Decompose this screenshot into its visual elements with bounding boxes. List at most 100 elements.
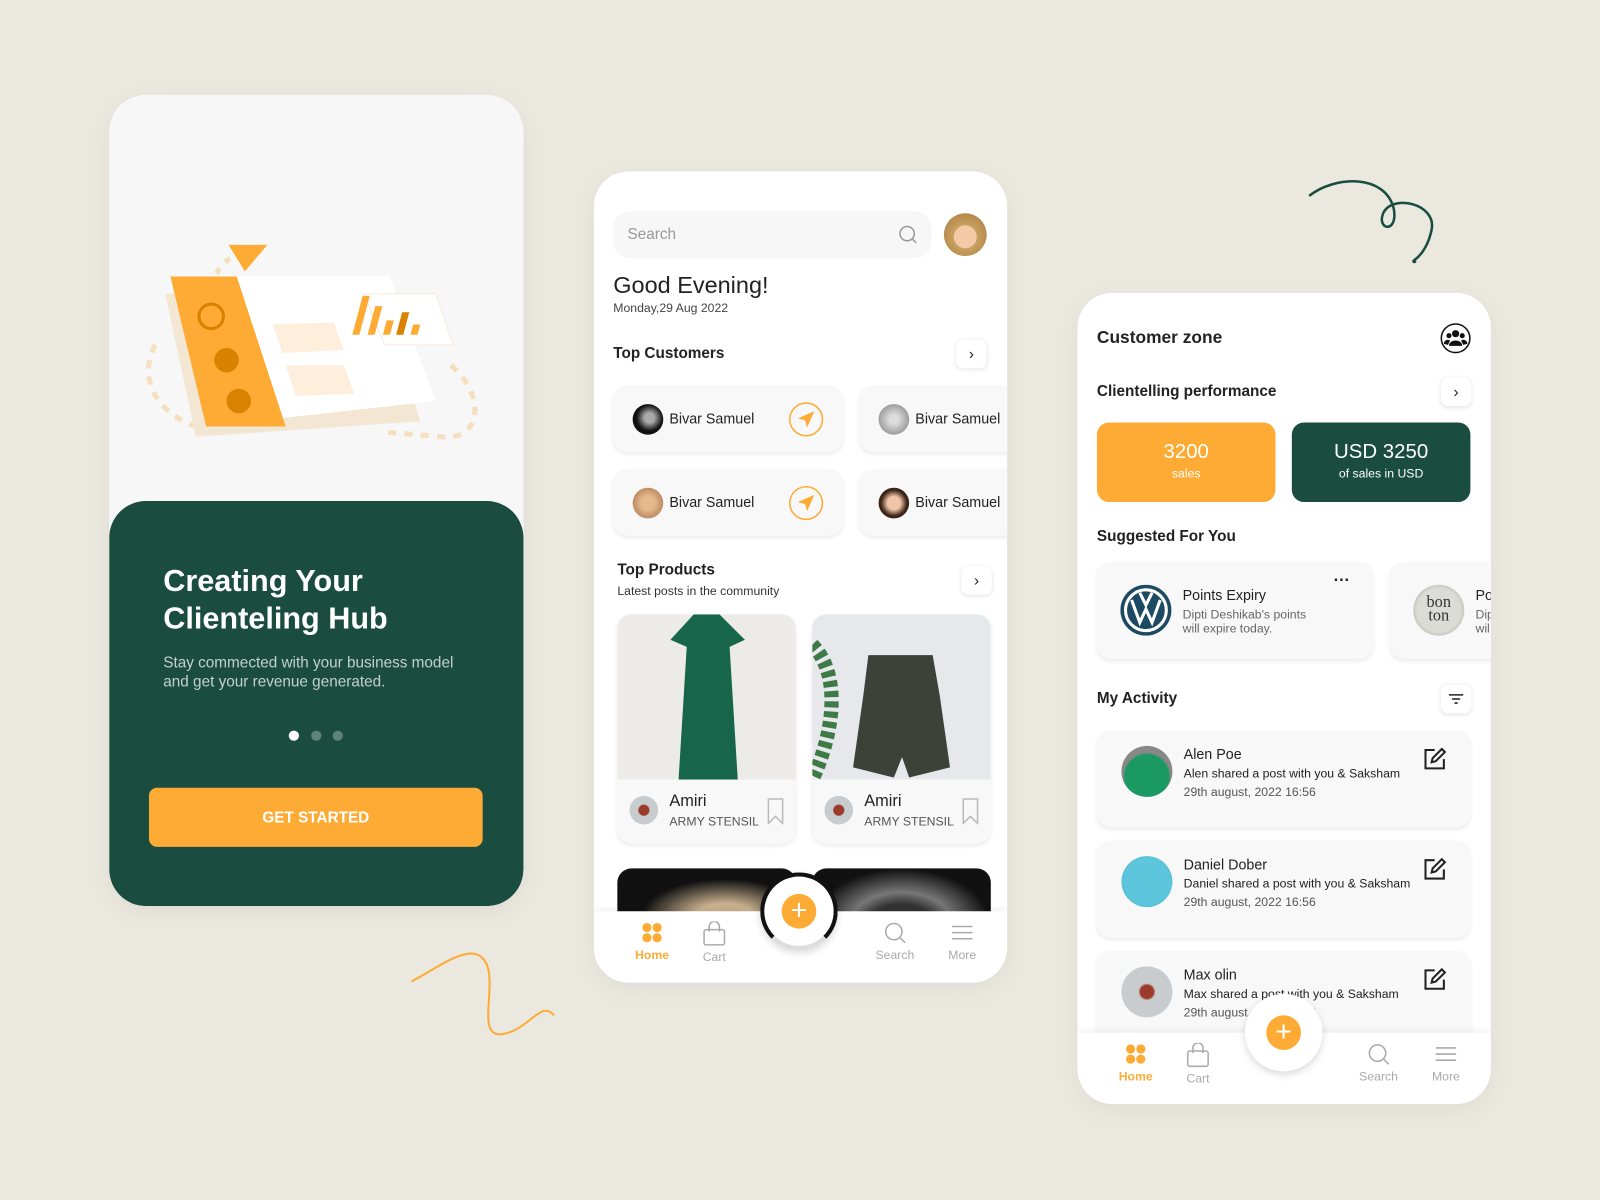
bookmark-icon[interactable] [767, 798, 784, 825]
plus-icon: + [1266, 1015, 1302, 1050]
activity-avatar [1121, 856, 1173, 908]
suggested-title: Suggested For You [1096, 527, 1236, 545]
nav-cart[interactable]: Cart [684, 921, 745, 964]
orange-squiggle-decoration [410, 952, 555, 1036]
nav-label: Search [1359, 1069, 1398, 1084]
activity-avatar [1121, 745, 1173, 797]
search-input[interactable]: Search [613, 211, 932, 259]
pager-dot-active[interactable] [288, 730, 299, 741]
stat-label: sales [1171, 466, 1201, 481]
nav-label: Home [1118, 1069, 1153, 1084]
menu-icon [932, 921, 993, 943]
add-button[interactable]: + [760, 872, 838, 950]
customer-card[interactable]: Bivar Samuel [859, 385, 1008, 453]
onboarding-screen: Creating Your Clienteling Hub Stay commec… [109, 94, 524, 907]
nav-label: Search [875, 947, 915, 963]
product-brand: Amiri [864, 792, 902, 811]
plus-icon: + [781, 893, 817, 929]
nav-cart[interactable]: Cart [1167, 1042, 1228, 1086]
get-started-button[interactable]: GET STARTED [148, 787, 483, 847]
top-products-subtitle: Latest posts in the community [617, 583, 780, 598]
green-squiggle-decoration [1308, 180, 1434, 264]
vw-logo [1120, 584, 1172, 636]
activity-name: Max olin [1183, 966, 1237, 983]
product-card[interactable]: Amiri ARMY STENSIL [617, 614, 796, 844]
nav-home[interactable]: Home [621, 921, 682, 962]
bookmark-icon[interactable] [962, 798, 979, 825]
customer-card[interactable]: Bivar Samuel [613, 469, 843, 536]
activity-item[interactable]: Alen Poe Alen shared a post with you & S… [1096, 730, 1471, 828]
date: Monday,29 Aug 2022 [613, 301, 729, 316]
customer-card[interactable]: Bivar Samuel [859, 469, 1008, 536]
filter-icon [1448, 694, 1464, 704]
customer-name: Bivar Samuel [915, 410, 1001, 427]
performance-title: Clientelling performance [1096, 382, 1277, 400]
activity-avatar [1121, 966, 1173, 1018]
pager-dot[interactable] [332, 730, 343, 741]
menu-icon [1415, 1043, 1476, 1065]
send-icon[interactable] [789, 485, 824, 521]
customer-card[interactable]: Bivar Samuel [613, 385, 843, 453]
edit-icon[interactable] [1422, 747, 1447, 771]
greeting: Good Evening! [613, 271, 769, 298]
product-image-romper [812, 614, 991, 783]
top-products-title: Top Products [617, 561, 715, 579]
search-icon[interactable] [898, 224, 918, 244]
product-card[interactable]: Amiri ARMY STENSIL [812, 614, 991, 844]
suggestion-card[interactable]: Points Expiry Dipti Deshikab's points wil… [1096, 562, 1374, 660]
stat-value: 3200 [1163, 440, 1209, 464]
brand-avatar [629, 795, 659, 825]
dashboard-illustration [146, 244, 478, 440]
search-icon [864, 921, 925, 944]
sales-stat-card[interactable]: 3200 sales [1096, 422, 1276, 503]
activity-time: 29th august, 2022 16:56 [1183, 894, 1316, 910]
bag-icon [1167, 1042, 1228, 1068]
suggestion-title: Po [1475, 586, 1490, 604]
activity-title: My Activity [1096, 689, 1178, 708]
product-name: ARMY STENSIL [669, 814, 759, 829]
filter-button[interactable] [1440, 684, 1472, 714]
usd-stat-card[interactable]: USD 3250 of sales in USD [1291, 422, 1471, 503]
activity-time: 29th august, 2022 16:56 [1183, 784, 1316, 799]
nav-label: More [1431, 1069, 1460, 1084]
nav-label: Cart [1186, 1071, 1210, 1086]
suggestion-title: Points Expiry [1182, 586, 1267, 604]
nav-more[interactable]: More [932, 921, 993, 962]
product-brand: Amiri [669, 792, 707, 811]
onboarding-subtitle: Stay commected with your business model a… [163, 654, 454, 691]
add-button[interactable]: + [1244, 993, 1323, 1072]
nav-home[interactable]: Home [1105, 1043, 1166, 1084]
group-icon[interactable] [1440, 322, 1472, 354]
nav-label: Home [635, 947, 670, 963]
pager-dot[interactable] [311, 730, 322, 741]
suggestion-card[interactable]: bonton Po Dipwil [1389, 562, 1491, 660]
edit-icon[interactable] [1422, 857, 1447, 881]
nav-more[interactable]: More [1415, 1043, 1476, 1084]
customer-name: Bivar Samuel [669, 493, 755, 511]
customer-avatar [632, 487, 664, 519]
customer-avatar [878, 487, 910, 519]
performance-more-button[interactable]: › [1440, 377, 1472, 407]
send-icon[interactable] [789, 402, 824, 437]
nav-search[interactable]: Search [1348, 1043, 1409, 1084]
product-name: ARMY STENSIL [864, 814, 954, 829]
user-avatar[interactable] [943, 213, 987, 257]
edit-icon[interactable] [1422, 967, 1447, 991]
activity-item[interactable]: Daniel Dober Daniel shared a post with y… [1096, 840, 1471, 938]
top-products-more-button[interactable]: › [961, 566, 992, 595]
nav-search[interactable]: Search [864, 921, 925, 962]
customer-name: Bivar Samuel [669, 410, 755, 427]
top-customers-more-button[interactable]: › [956, 339, 987, 369]
nav-label: Cart [702, 949, 726, 965]
customer-name: Bivar Samuel [915, 493, 1001, 511]
onboarding-panel: Creating Your Clienteling Hub Stay commec… [109, 501, 524, 907]
activity-name: Daniel Dober [1183, 856, 1268, 873]
grid-icon [621, 921, 682, 943]
home-screen: Search Good Evening! Monday,29 Aug 2022 … [593, 171, 1008, 983]
onboarding-title: Creating Your Clienteling Hub [163, 564, 388, 636]
more-options-icon[interactable]: ··· [1334, 572, 1350, 590]
search-icon [1348, 1043, 1409, 1065]
customer-avatar [878, 404, 910, 435]
chevron-right-icon: › [973, 571, 980, 590]
activity-text: Alen shared a post with you & Saksham [1183, 766, 1401, 781]
